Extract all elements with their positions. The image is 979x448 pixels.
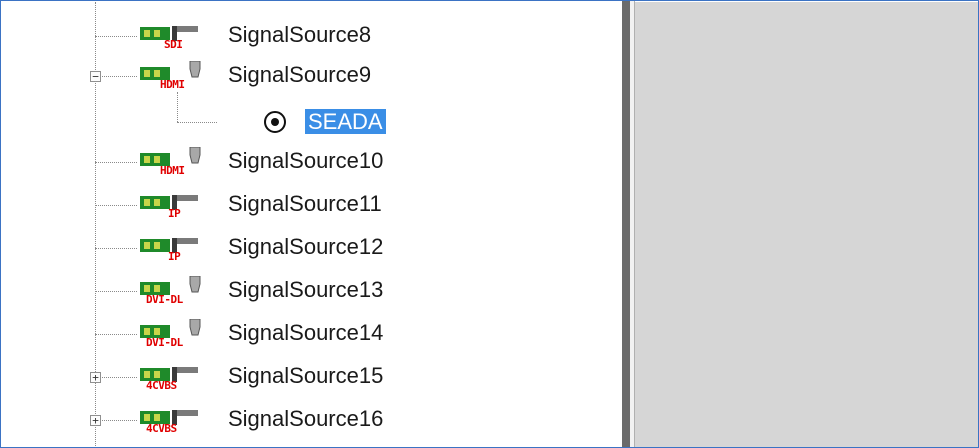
tree-item[interactable]: HDMI SignalSource10: [2, 144, 622, 184]
tree-item[interactable]: SDI SignalSource8: [2, 18, 622, 58]
board-cable-icon: DVI-DL: [138, 318, 206, 349]
tree-guide-line: [95, 420, 137, 421]
tree-item-label[interactable]: SignalSource15: [228, 361, 383, 391]
tree-guide-line: [95, 162, 137, 163]
signal-type-badge: IP: [168, 207, 181, 220]
signal-type-badge: 4CVBS: [146, 422, 177, 435]
tree-guide-line: [95, 205, 137, 206]
tree-item[interactable]: − HDMI SignalSource9: [2, 58, 622, 98]
tree-guide-line: [95, 76, 137, 77]
tree-item[interactable]: IP SignalSource11: [2, 187, 622, 227]
tree-item-label[interactable]: SignalSource13: [228, 275, 383, 305]
tree-item-label[interactable]: SignalSource16: [228, 404, 383, 434]
board-plug-icon: 4CVBS: [138, 405, 206, 435]
board-plug-icon: SDI: [138, 21, 206, 51]
tree-guide-line: [95, 36, 137, 37]
splitter[interactable]: [622, 1, 630, 447]
signal-type-badge: HDMI: [160, 78, 185, 91]
board-cable-icon: DVI-DL: [138, 275, 206, 306]
tree-item-label[interactable]: SignalSource8: [228, 20, 371, 50]
signal-type-badge: 4CVBS: [146, 379, 177, 392]
tree-item[interactable]: IP SignalSource12: [2, 230, 622, 270]
signal-type-badge: SDI: [164, 38, 183, 51]
detail-pane: [635, 2, 978, 447]
tree-item-label[interactable]: SignalSource11: [228, 189, 382, 219]
tree-guide-line: [95, 291, 137, 292]
signal-type-badge: DVI-DL: [146, 336, 183, 349]
expand-icon[interactable]: +: [90, 415, 101, 426]
collapse-icon[interactable]: −: [90, 71, 101, 82]
tree-item-label-selected[interactable]: SEADA: [305, 109, 386, 134]
board-plug-icon: IP: [138, 190, 206, 220]
tree-guide-line: [95, 248, 137, 249]
tree-item-seada[interactable]: SEADA: [2, 104, 622, 144]
board-cable-icon: HDMI: [138, 146, 206, 177]
tree-item[interactable]: +4CVBS SignalSource15: [2, 359, 622, 399]
tree-item-label[interactable]: SignalSource9: [228, 60, 371, 90]
tree-view[interactable]: SDI SignalSource8 − HDMI SignalSource9 HDMI Si…: [2, 2, 622, 447]
tree-guide-line: [95, 377, 137, 378]
tree-item[interactable]: DVI-DL SignalSource14: [2, 316, 622, 356]
expand-icon[interactable]: +: [90, 372, 101, 383]
board-plug-icon: IP: [138, 233, 206, 263]
signal-type-badge: DVI-DL: [146, 293, 183, 306]
tree-guide-line: [95, 334, 137, 335]
tree-item-label[interactable]: SignalSource14: [228, 318, 383, 348]
tree-item-label[interactable]: SignalSource10: [228, 146, 383, 176]
tree-item[interactable]: +4CVBS SignalSource16: [2, 402, 622, 442]
signal-type-badge: HDMI: [160, 164, 185, 177]
tree-item[interactable]: DVI-DL SignalSource13: [2, 273, 622, 313]
board-plug-icon: 4CVBS: [138, 362, 206, 392]
radio-target-icon: [264, 111, 286, 133]
tree-item-label[interactable]: SignalSource12: [228, 232, 383, 262]
window-frame: SDI SignalSource8 − HDMI SignalSource9 HDMI Si…: [0, 0, 979, 448]
signal-type-badge: IP: [168, 250, 181, 263]
board-cable-icon: HDMI: [138, 60, 206, 91]
